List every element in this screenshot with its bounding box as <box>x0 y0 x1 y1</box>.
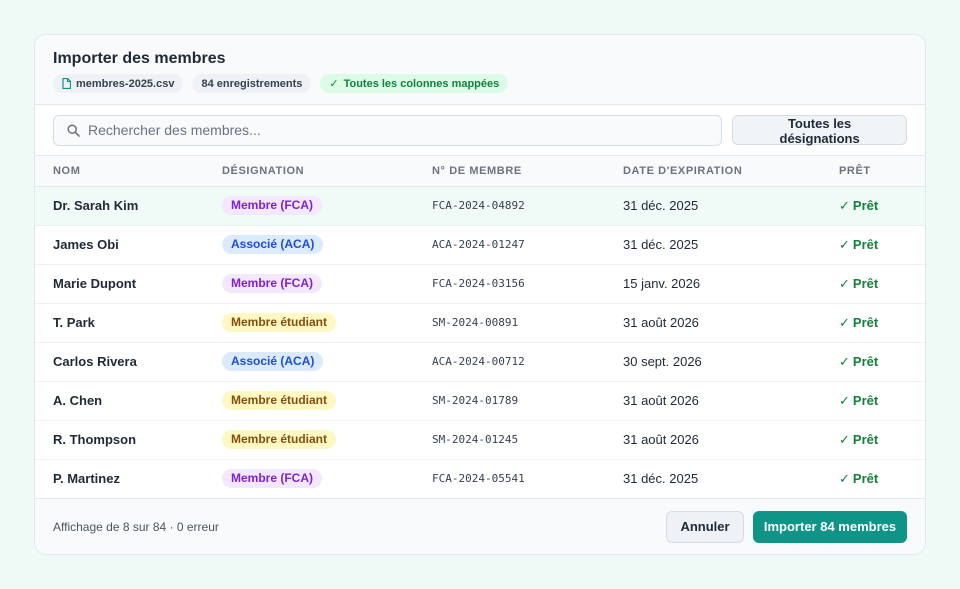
member-name: Marie Dupont <box>53 276 137 291</box>
import-button[interactable]: Importer 84 membres <box>753 510 907 543</box>
ready-status: ✓ Prêt <box>839 381 925 420</box>
member-number: FCA-2024-03156 <box>432 277 525 290</box>
ready-label: Prêt <box>852 314 879 330</box>
column-header-designation[interactable]: DÉSIGNATION <box>222 156 432 186</box>
expiry-date: 15 janv. 2026 <box>623 276 701 291</box>
member-name: T. Park <box>53 315 95 330</box>
expiry-date: 31 août 2026 <box>623 393 699 408</box>
import-dialog: Importer des membres membres-2025.csv 84… <box>34 34 926 555</box>
ready-status: ✓ Prêt <box>839 459 925 498</box>
member-name: R. Thompson <box>53 432 137 447</box>
member-number: FCA-2024-05541 <box>432 472 525 485</box>
table-row[interactable]: James Obi Associé (ACA) ACA-2024-01247 31 d… <box>35 225 925 264</box>
table-row[interactable]: Marie Dupont Membre (FCA) FCA-2024-03156 15… <box>35 264 925 303</box>
member-name: Dr. Sarah Kim <box>53 198 139 213</box>
ready-label: Prêt <box>852 197 879 213</box>
designation-badge: Membre (FCA) <box>222 196 323 215</box>
member-number: ACA-2024-00712 <box>432 355 525 368</box>
file-name: membres-2025.csv <box>76 77 175 90</box>
check-icon: ✓ <box>839 353 850 369</box>
check-icon: ✓ <box>839 431 850 447</box>
file-icon <box>62 78 71 89</box>
ready-status: ✓ Prêt <box>839 225 925 264</box>
ready-label: Prêt <box>852 275 879 291</box>
column-header-expiry[interactable]: DATE D'EXPIRATION <box>623 156 839 186</box>
expiry-date: 30 sept. 2026 <box>623 354 702 369</box>
designation-badge: Membre étudiant <box>222 391 337 410</box>
ready-status: ✓ Prêt <box>839 420 925 459</box>
designation-badge: Associé (ACA) <box>222 235 324 254</box>
ready-status: ✓ Prêt <box>839 303 925 342</box>
table-row[interactable]: P. Martinez Membre (FCA) FCA-2024-05541 31 … <box>35 459 925 498</box>
designation-badge: Associé (ACA) <box>222 352 324 371</box>
ready-label: Prêt <box>852 236 879 252</box>
member-number: SM-2024-01789 <box>432 394 519 407</box>
search-icon <box>67 123 80 142</box>
ready-label: Prêt <box>852 392 879 408</box>
ready-label: Prêt <box>852 470 879 486</box>
designation-badge: Membre (FCA) <box>222 469 323 488</box>
expiry-date: 31 déc. 2025 <box>623 471 699 486</box>
dialog-footer: Affichage de 8 sur 84 · 0 erreur Annuler… <box>35 498 925 554</box>
column-header-number[interactable]: N° DE MEMBRE <box>432 156 623 186</box>
member-number: SM-2024-00891 <box>432 316 519 329</box>
check-icon: ✓ <box>839 236 850 252</box>
expiry-date: 31 déc. 2025 <box>623 198 699 213</box>
records-chip: 84 enregistrements <box>192 74 312 93</box>
table-header-row: NOM DÉSIGNATION N° DE MEMBRE DATE D'EXPI… <box>35 156 925 186</box>
member-name: A. Chen <box>53 393 103 408</box>
member-number: FCA-2024-04892 <box>432 199 525 212</box>
table-row[interactable]: Dr. Sarah Kim Membre (FCA) FCA-2024-04892 3… <box>35 186 925 225</box>
designation-badge: Membre étudiant <box>222 430 337 449</box>
column-header-name[interactable]: NOM <box>35 156 222 186</box>
dialog-header: Importer des membres membres-2025.csv 84… <box>35 35 925 105</box>
table-row[interactable]: A. Chen Membre étudiant SM-2024-01789 31 ao… <box>35 381 925 420</box>
expiry-date: 31 août 2026 <box>623 432 699 447</box>
column-header-ready[interactable]: PRÊT <box>839 156 925 186</box>
designation-badge: Membre étudiant <box>222 313 337 332</box>
ready-label: Prêt <box>852 353 879 369</box>
file-chip: membres-2025.csv <box>53 74 184 93</box>
check-icon: ✓ <box>839 275 850 291</box>
ready-status: ✓ Prêt <box>839 342 925 381</box>
check-icon: ✓ <box>839 470 850 486</box>
table-row[interactable]: T. Park Membre étudiant SM-2024-00891 31 ao… <box>35 303 925 342</box>
dialog-title: Importer des membres <box>53 50 226 67</box>
check-icon: ✓ <box>839 314 850 330</box>
ready-status: ✓ Prêt <box>839 264 925 303</box>
member-number: ACA-2024-01247 <box>432 238 525 251</box>
search-box <box>53 114 723 146</box>
ready-status: ✓ Prêt <box>839 186 925 225</box>
ready-label: Prêt <box>852 431 879 447</box>
member-number: SM-2024-01245 <box>432 433 519 446</box>
mapped-label: Toutes les colonnes mappées <box>343 77 500 90</box>
check-icon: ✓ <box>839 197 850 213</box>
search-input[interactable] <box>54 115 722 145</box>
expiry-date: 31 déc. 2025 <box>623 237 699 252</box>
cancel-button[interactable]: Annuler <box>666 510 744 543</box>
footer-actions: Annuler Importer 84 membres <box>666 510 907 543</box>
members-table: NOM DÉSIGNATION N° DE MEMBRE DATE D'EXPI… <box>35 156 925 499</box>
member-name: P. Martinez <box>53 471 120 486</box>
table-row[interactable]: Carlos Rivera Associé (ACA) ACA-2024-00712… <box>35 342 925 381</box>
expiry-date: 31 août 2026 <box>623 315 699 330</box>
table-row[interactable]: R. Thompson Membre étudiant SM-2024-01245 3… <box>35 420 925 459</box>
table-body: Dr. Sarah Kim Membre (FCA) FCA-2024-04892 3… <box>35 186 925 498</box>
member-name: Carlos Rivera <box>53 354 137 369</box>
toolbar: Toutes les désignations <box>35 105 925 156</box>
designation-badge: Membre (FCA) <box>222 274 323 293</box>
summary-chips: membres-2025.csv 84 enregistrements ✓ To… <box>53 74 907 93</box>
footer-info: Affichage de 8 sur 84 · 0 erreur <box>53 519 219 534</box>
check-icon: ✓ <box>839 392 850 408</box>
designation-filter-button[interactable]: Toutes les désignations <box>732 115 907 146</box>
check-icon: ✓ <box>329 78 339 90</box>
mapped-chip: ✓ Toutes les colonnes mappées <box>320 74 509 93</box>
member-name: James Obi <box>53 237 119 252</box>
